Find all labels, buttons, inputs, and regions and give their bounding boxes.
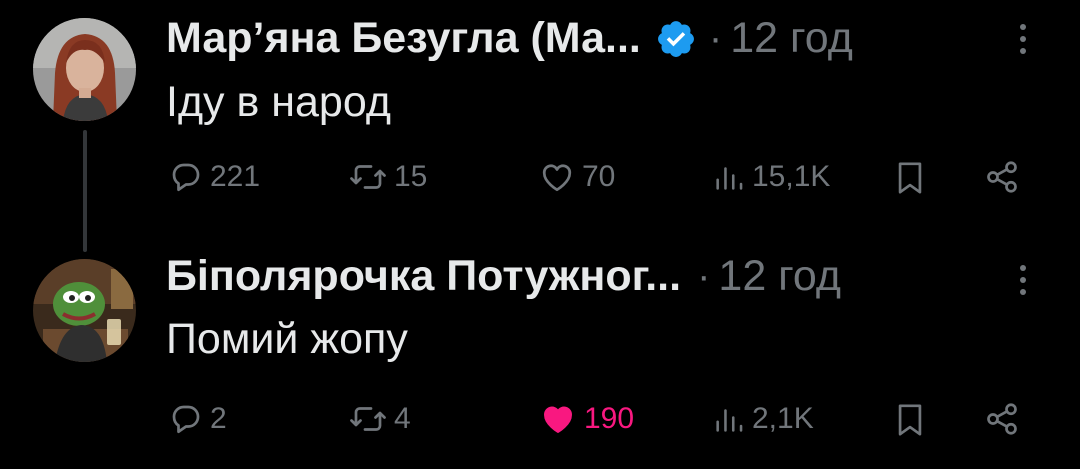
action-bar: 2 4 190 2,1K [0,401,1080,445]
reply-button[interactable]: 2 [168,401,227,437]
views-count: 2,1K [752,402,814,435]
repost-icon [350,165,386,189]
repost-button[interactable]: 15 [348,159,427,195]
repost-count: 4 [394,402,411,435]
more-icon[interactable] [1018,22,1028,65]
timestamp[interactable]: 12 год [718,252,841,301]
views-count: 15,1K [752,160,831,193]
avatar-1[interactable] [33,18,136,121]
bookmark-icon [898,162,922,194]
separator-dot: · [697,254,711,298]
tweet-text: Іду в народ [166,78,391,126]
bookmark-icon [898,404,922,436]
author-name[interactable]: Біполярочка Потужног... [166,252,681,301]
tweet-text: Помий жопу [166,315,408,363]
like-icon [544,406,572,433]
tweet-header: Мар’яна Безугла (Ма... · 12 год [166,14,853,63]
like-button[interactable]: 70 [538,159,615,195]
share-icon [987,161,1017,193]
share-button[interactable] [984,401,1020,437]
verified-badge-icon [655,18,697,60]
views-button[interactable]: 2,1K [712,401,814,437]
reply-button[interactable]: 221 [168,159,260,195]
bookmark-button[interactable] [893,159,927,197]
share-icon [987,403,1017,435]
reply-icon [172,405,200,434]
views-icon [716,409,743,432]
views-button[interactable]: 15,1K [712,159,830,195]
action-bar: 221 15 70 15,1K [0,159,1080,203]
avatar-2[interactable] [33,259,136,362]
share-button[interactable] [984,159,1020,195]
like-icon [542,164,572,192]
like-button[interactable]: 190 [538,401,634,437]
repost-icon [350,407,386,431]
reply-count: 221 [210,160,261,193]
author-name[interactable]: Мар’яна Безугла (Ма... [166,14,641,63]
separator-dot: · [708,16,723,60]
like-count: 190 [584,402,635,435]
like-count: 70 [582,160,616,193]
reply-count: 2 [210,402,227,435]
views-icon [716,167,743,190]
timestamp[interactable]: 12 год [730,14,853,63]
repost-button[interactable]: 4 [348,401,411,437]
more-icon[interactable] [1018,263,1028,306]
repost-count: 15 [394,160,428,193]
bookmark-button[interactable] [893,401,927,439]
reply-icon [172,163,200,192]
tweet-header: Біполярочка Потужног... · 12 год [166,252,841,301]
